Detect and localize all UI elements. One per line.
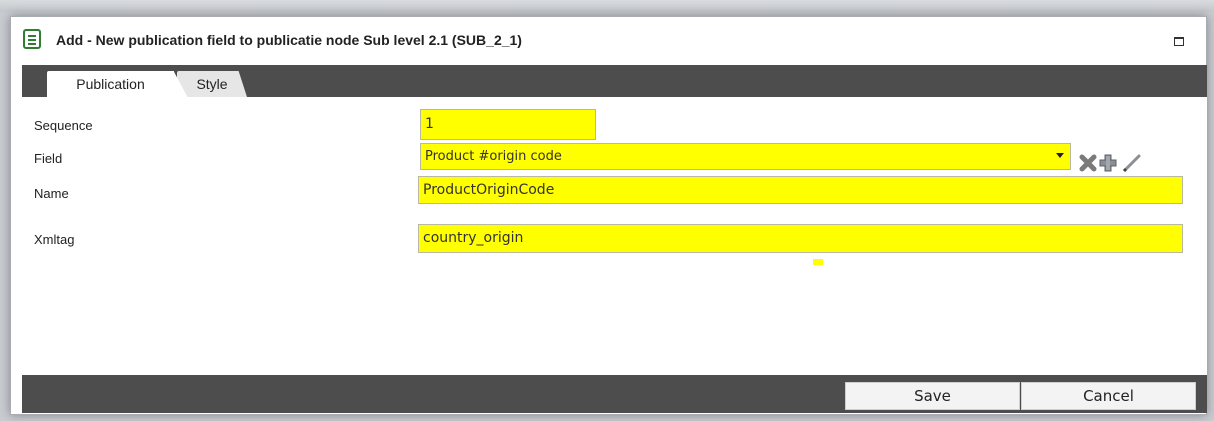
- delete-icon[interactable]: [1078, 152, 1098, 174]
- tab-style-label: Style: [196, 76, 228, 92]
- highlight-marker: [813, 259, 823, 265]
- xmltag-input[interactable]: country_origin: [418, 224, 1183, 253]
- edit-icon[interactable]: [1121, 152, 1143, 174]
- field-select[interactable]: Product #origin code: [420, 143, 1071, 170]
- dialog-footer: Save Cancel: [22, 375, 1207, 413]
- tab-publication[interactable]: Publication: [47, 71, 174, 98]
- window-backdrop: [0, 0, 1214, 12]
- field-select-value: Product #origin code: [425, 149, 562, 164]
- chevron-down-icon[interactable]: [1056, 153, 1064, 158]
- tab-style[interactable]: Style: [177, 71, 247, 97]
- dialog-titlebar[interactable]: Add - New publication field to publicati…: [11, 17, 1206, 65]
- add-icon[interactable]: [1097, 152, 1119, 174]
- xmltag-label: Xmltag: [34, 232, 75, 247]
- xmltag-value: country_origin: [423, 230, 524, 246]
- dialog-title: Add - New publication field to publicati…: [56, 32, 522, 48]
- name-value: ProductOriginCode: [423, 182, 555, 198]
- save-button[interactable]: Save: [845, 382, 1020, 410]
- form-icon: [23, 29, 41, 49]
- cancel-button[interactable]: Cancel: [1021, 382, 1196, 410]
- tab-publication-label: Publication: [76, 76, 145, 92]
- name-label: Name: [34, 186, 69, 201]
- publication-form: Sequence 1 Field Product #origin code Na…: [22, 97, 1207, 375]
- maximize-icon[interactable]: [1174, 37, 1184, 46]
- sequence-input[interactable]: 1: [420, 109, 596, 140]
- tab-strip: Publication Style: [22, 65, 1207, 98]
- sequence-value: 1: [425, 116, 434, 132]
- name-input[interactable]: ProductOriginCode: [418, 176, 1183, 204]
- sequence-label: Sequence: [34, 118, 93, 133]
- field-label: Field: [34, 151, 63, 166]
- add-publication-field-dialog: Add - New publication field to publicati…: [10, 16, 1207, 415]
